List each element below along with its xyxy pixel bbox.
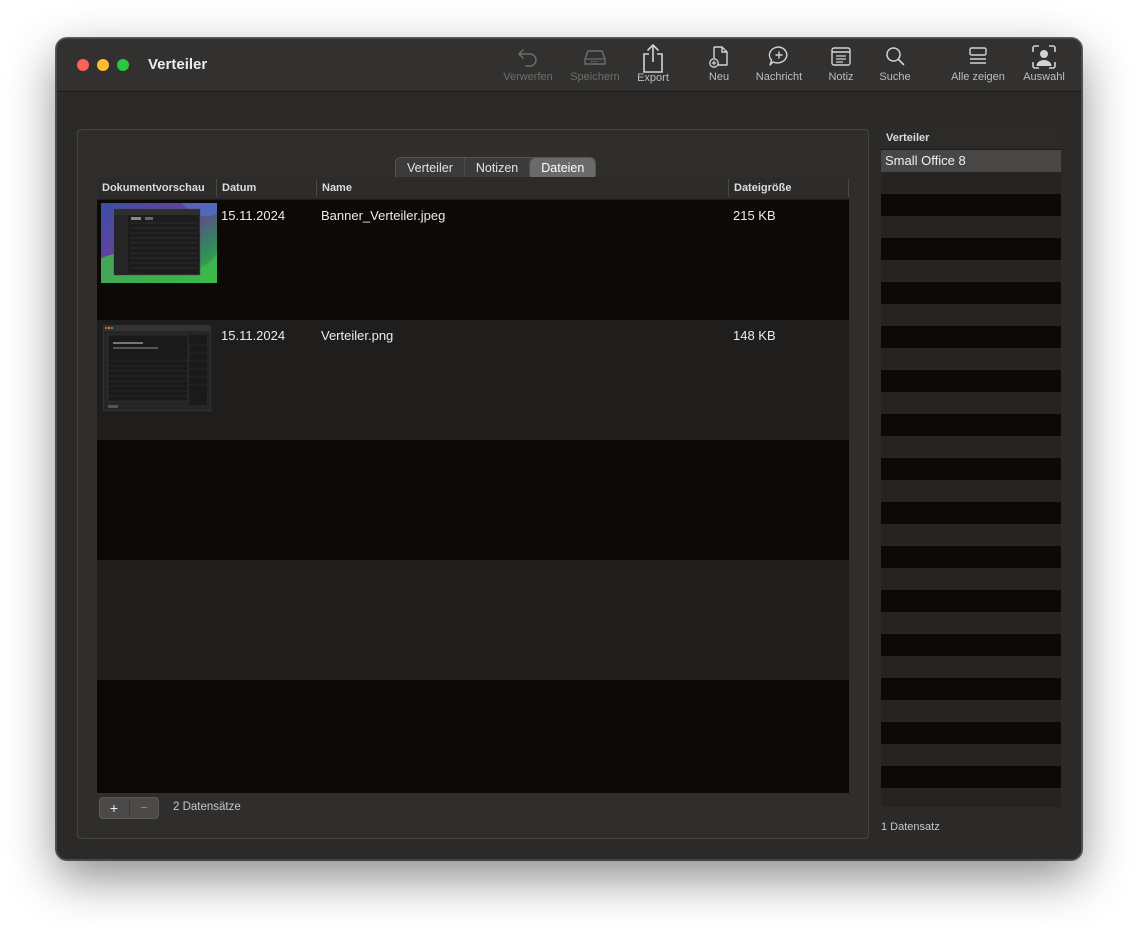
message-button[interactable]: Nachricht [752, 43, 806, 89]
share-icon [643, 43, 663, 73]
empty-list-row [881, 612, 1061, 634]
file-name: Banner_Verteiler.jpeg [321, 208, 446, 223]
drive-icon [584, 50, 606, 65]
column-header-name[interactable]: Name [322, 182, 352, 194]
window-title: Verteiler [148, 56, 208, 73]
empty-list-row [881, 744, 1061, 766]
column-divider[interactable] [848, 179, 849, 197]
empty-list-row [881, 700, 1061, 722]
app-window: Verteiler Verwerfen Speichern Export Neu… [56, 38, 1082, 860]
message-label: Nachricht [755, 71, 803, 83]
empty-list-row [881, 304, 1061, 326]
list-item-label: Small Office 8 [885, 153, 966, 168]
selection-label: Auswahl [1023, 71, 1065, 83]
empty-list-row [881, 194, 1061, 216]
show-all-label: Alle zeigen [951, 71, 1005, 83]
file-name: Verteiler.png [321, 328, 394, 343]
table-header: Dokumentvorschau Datum Name Dateigröße [97, 177, 849, 200]
empty-list-row [881, 788, 1061, 807]
selection-button[interactable]: Auswahl [1021, 43, 1067, 89]
new-label: Neu [708, 71, 730, 83]
list-count: 1 Datensatz [881, 821, 940, 833]
empty-list-row [881, 568, 1061, 590]
column-header-preview[interactable]: Dokumentvorschau [102, 182, 205, 194]
new-button[interactable]: Neu [704, 43, 734, 89]
file-date: 15.11.2024 [221, 328, 286, 343]
zoom-window-button[interactable] [117, 59, 129, 71]
column-header-date[interactable]: Datum [222, 182, 256, 194]
empty-list-row [881, 634, 1061, 656]
list-icon [969, 47, 987, 64]
table-row[interactable]: 15.11.2024 Verteiler.png 148 KB [97, 320, 849, 440]
message-plus-icon [768, 46, 788, 66]
table-row[interactable]: 15.11.2024 Banner_Verteiler.jpeg 215 KB [97, 200, 849, 320]
show-all-button[interactable]: Alle zeigen [948, 43, 1008, 89]
minimize-window-button[interactable] [97, 59, 109, 71]
column-header-size[interactable]: Dateigröße [734, 182, 791, 194]
empty-list-row [881, 392, 1061, 414]
empty-list-row [881, 282, 1061, 304]
empty-list-row [881, 348, 1061, 370]
empty-list-row [881, 524, 1061, 546]
export-button[interactable]: Export [633, 43, 673, 89]
note-label: Notiz [828, 71, 854, 83]
empty-list-row [881, 480, 1061, 502]
discard-button[interactable]: Verwerfen [500, 43, 556, 89]
content-area: Verteiler Notizen Dateien Dokumentvorsch… [57, 92, 1081, 859]
person-select-icon [1032, 45, 1056, 69]
file-size: 148 KB [733, 328, 776, 343]
distribution-list: Verteiler Small Office 8 [881, 127, 1061, 807]
search-label: Suche [879, 71, 911, 83]
search-button[interactable]: Suche [876, 43, 914, 89]
save-label: Speichern [570, 71, 620, 83]
empty-list-row [881, 172, 1061, 194]
file-date: 15.11.2024 [221, 208, 286, 223]
empty-list-row [881, 656, 1061, 678]
empty-list-row [881, 766, 1061, 788]
file-count: 2 Datensätze [173, 801, 241, 813]
add-file-button[interactable]: + [100, 798, 128, 818]
banner-thumbnail [101, 203, 217, 283]
empty-list-row [881, 546, 1061, 568]
column-divider[interactable] [316, 179, 317, 197]
screenshot-thumbnail [103, 325, 211, 411]
column-divider[interactable] [216, 179, 217, 197]
remove-file-button[interactable]: − [130, 798, 158, 818]
empty-list-row [881, 458, 1061, 480]
empty-list-row [881, 370, 1061, 392]
empty-list-row [881, 678, 1061, 700]
list-header: Verteiler [881, 127, 1061, 150]
empty-list-row [881, 326, 1061, 348]
note-icon [831, 47, 851, 66]
list-header-label[interactable]: Verteiler [886, 132, 929, 144]
empty-row [97, 560, 849, 680]
empty-list-row [881, 590, 1061, 612]
file-size: 215 KB [733, 208, 776, 223]
empty-list-row [881, 502, 1061, 524]
new-document-icon [709, 46, 728, 68]
empty-row [97, 680, 849, 793]
empty-list-row [881, 722, 1061, 744]
empty-list-row [881, 436, 1061, 458]
close-window-button[interactable] [77, 59, 89, 71]
undo-icon [518, 49, 537, 67]
column-divider[interactable] [728, 179, 729, 197]
save-button[interactable]: Speichern [567, 43, 623, 89]
empty-list-row [881, 238, 1061, 260]
empty-list-row [881, 260, 1061, 282]
note-button[interactable]: Notiz [823, 43, 859, 89]
export-label: Export [637, 72, 669, 84]
empty-row [97, 440, 849, 560]
title-bar: Verteiler Verwerfen Speichern Export Neu… [57, 39, 1081, 92]
add-remove-control: + − [99, 797, 159, 819]
files-table: Dokumentvorschau Datum Name Dateigröße 1… [97, 177, 849, 793]
list-item[interactable]: Small Office 8 [881, 150, 1061, 172]
empty-list-row [881, 414, 1061, 436]
empty-list-row [881, 216, 1061, 238]
search-icon [886, 47, 905, 66]
discard-label: Verwerfen [503, 71, 553, 83]
